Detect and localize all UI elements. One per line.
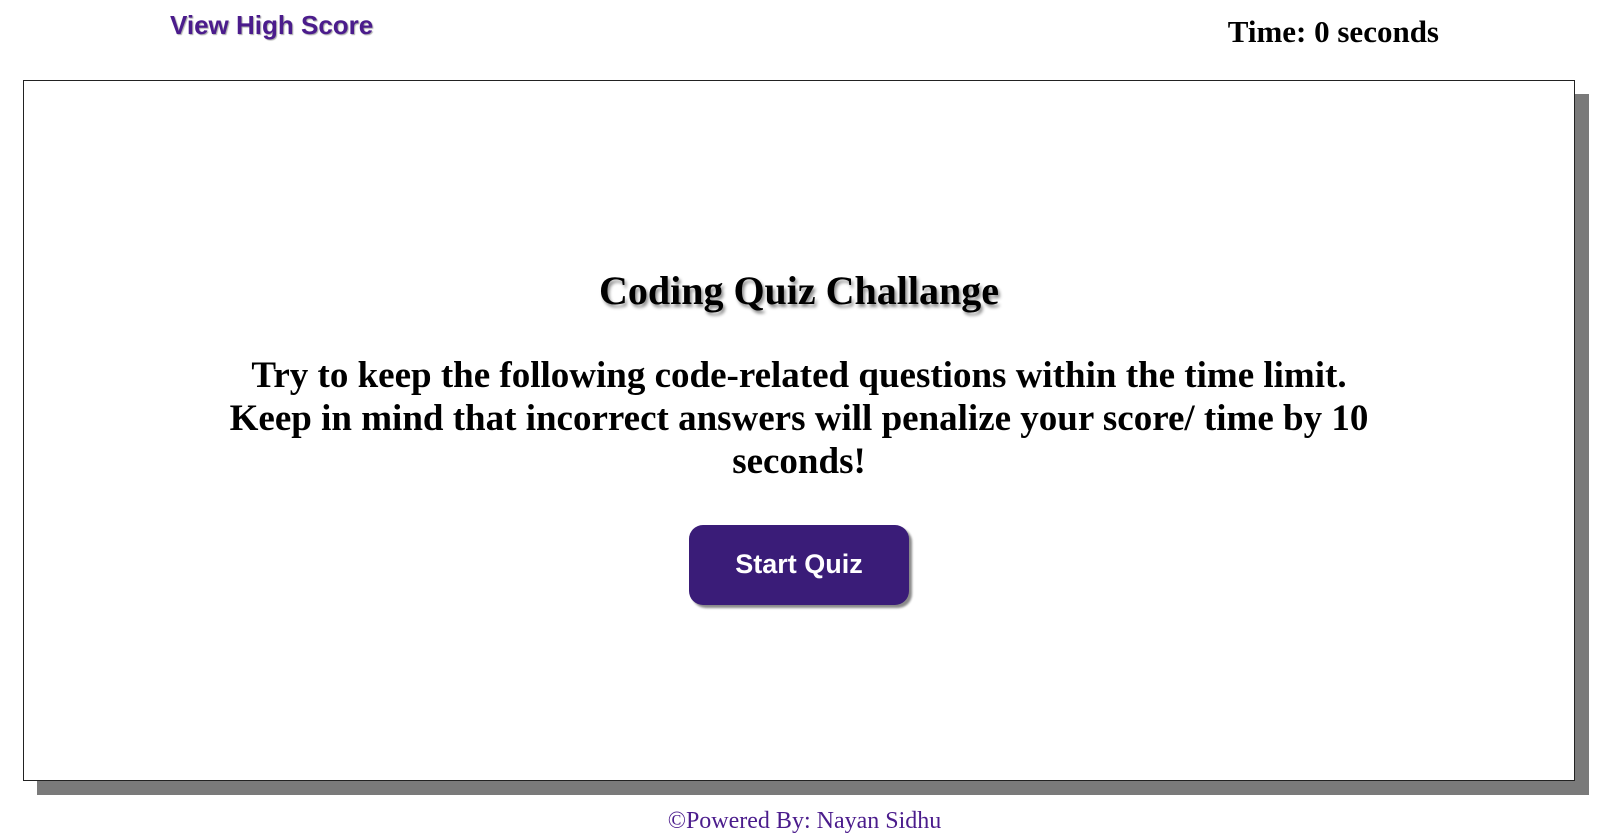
- view-high-score-link[interactable]: View High Score: [170, 10, 373, 41]
- timer-display: Time: 0 seconds: [1227, 14, 1439, 49]
- start-quiz-button[interactable]: Start Quiz: [689, 524, 909, 605]
- quiz-instructions: Try to keep the following code-related q…: [229, 354, 1369, 482]
- quiz-card: Coding Quiz Challange Try to keep the fo…: [23, 80, 1575, 781]
- quiz-title: Coding Quiz Challange: [598, 267, 1000, 313]
- footer-credit: ©Powered By: Nayan Sidhu: [667, 808, 942, 834]
- quiz-intro: Coding Quiz Challange Try to keep the fo…: [219, 267, 1379, 605]
